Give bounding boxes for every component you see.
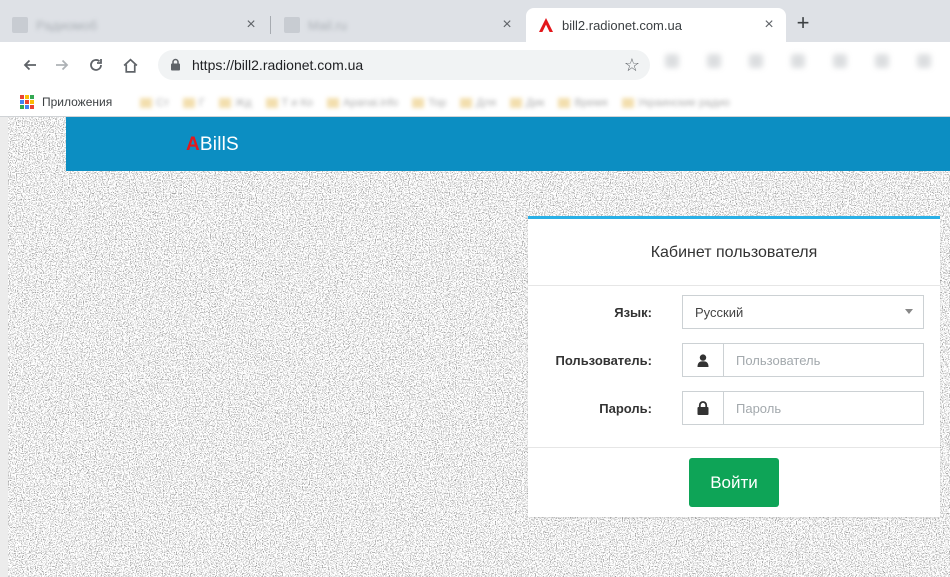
language-row: Язык: Русский (528, 295, 940, 331)
bookmark-list: Ст Г Жд Т и Ко Apanai.info Тор Для Дик В… (140, 95, 950, 111)
login-submit-button[interactable]: Войти (689, 458, 779, 507)
language-select[interactable]: Русский (682, 295, 924, 329)
user-icon (697, 353, 709, 367)
password-input[interactable] (723, 391, 924, 425)
tab-title: Mail.ru (308, 17, 348, 33)
reload-icon (90, 59, 102, 71)
lock-icon (171, 58, 180, 71)
abills-logo[interactable]: ABillS (186, 134, 239, 156)
language-label: Язык: (614, 305, 652, 320)
login-card: Кабинет пользователя Язык: Русский Польз… (528, 216, 940, 517)
apps-shortcut[interactable]: Приложения (20, 95, 112, 109)
tab-favicon-icon (12, 17, 28, 33)
address-bar[interactable]: https://bill2.radionet.com.ua ☆ (158, 50, 650, 80)
browser-tab-bar: Радиомоб × Mail.ru × bill2.radionet.com.… (0, 0, 950, 42)
forward-button[interactable] (50, 53, 74, 77)
home-button[interactable] (118, 53, 142, 77)
padlock-icon (697, 401, 709, 415)
browser-tab-active[interactable]: bill2.radionet.com.ua × (526, 8, 786, 42)
arrow-right-icon (56, 59, 69, 71)
login-title: Кабинет пользователя (528, 219, 940, 286)
password-addon (682, 391, 724, 425)
abills-favicon-icon (539, 18, 553, 32)
bookmark-item[interactable]: Для (460, 95, 496, 111)
apps-label: Приложения (42, 95, 113, 109)
bookmark-item[interactable]: Время (558, 95, 608, 111)
bookmark-item[interactable]: Тор (412, 95, 446, 111)
tab-close-icon[interactable]: × (760, 16, 778, 34)
new-tab-button[interactable]: + (790, 11, 816, 37)
tab-separator (270, 16, 271, 34)
user-row: Пользователь: (528, 343, 940, 379)
tab-close-icon[interactable]: × (242, 16, 260, 34)
bookmark-item[interactable]: Т и Ко (265, 95, 313, 111)
arrow-left-icon (23, 59, 36, 71)
apps-grid-icon (20, 95, 34, 109)
star-icon[interactable]: ☆ (624, 55, 640, 76)
bookmark-item[interactable]: Г (182, 95, 205, 111)
browser-tab[interactable]: Радиомоб × (0, 8, 268, 42)
user-label: Пользователь: (555, 353, 652, 368)
bookmark-item[interactable]: Ст (140, 95, 169, 111)
user-addon (682, 343, 724, 377)
username-input[interactable] (723, 343, 924, 377)
app-header: ABillS (66, 117, 950, 171)
browser-tab[interactable]: Mail.ru × (272, 8, 524, 42)
extensions-area (665, 54, 950, 76)
home-icon (123, 58, 137, 73)
password-label: Пароль: (599, 401, 652, 416)
password-row: Пароль: (528, 391, 940, 427)
browser-toolbar: https://bill2.radionet.com.ua ☆ (0, 42, 950, 88)
bookmark-item[interactable]: Apanai.info (327, 95, 398, 111)
reload-button[interactable] (84, 53, 108, 77)
bookmarks-bar: Приложения Ст Г Жд Т и Ко Apanai.info То… (0, 88, 950, 117)
caret-down-icon (905, 309, 913, 314)
page-viewport: ABillS Кабинет пользователя Язык: Русски… (0, 117, 950, 577)
back-button[interactable] (18, 53, 42, 77)
language-value: Русский (695, 305, 744, 320)
tab-title: Радиомоб (36, 17, 98, 33)
login-card-footer (528, 447, 940, 448)
tab-title: bill2.radionet.com.ua (562, 17, 682, 33)
page-left-edge (0, 117, 8, 577)
address-url: https://bill2.radionet.com.ua (192, 57, 364, 73)
tab-favicon-icon (284, 17, 300, 33)
bookmark-item[interactable]: Дик (510, 95, 544, 111)
tab-close-icon[interactable]: × (498, 16, 516, 34)
bookmark-item[interactable]: Жд (218, 95, 252, 111)
bookmark-item[interactable]: Украинские радио (621, 95, 730, 111)
